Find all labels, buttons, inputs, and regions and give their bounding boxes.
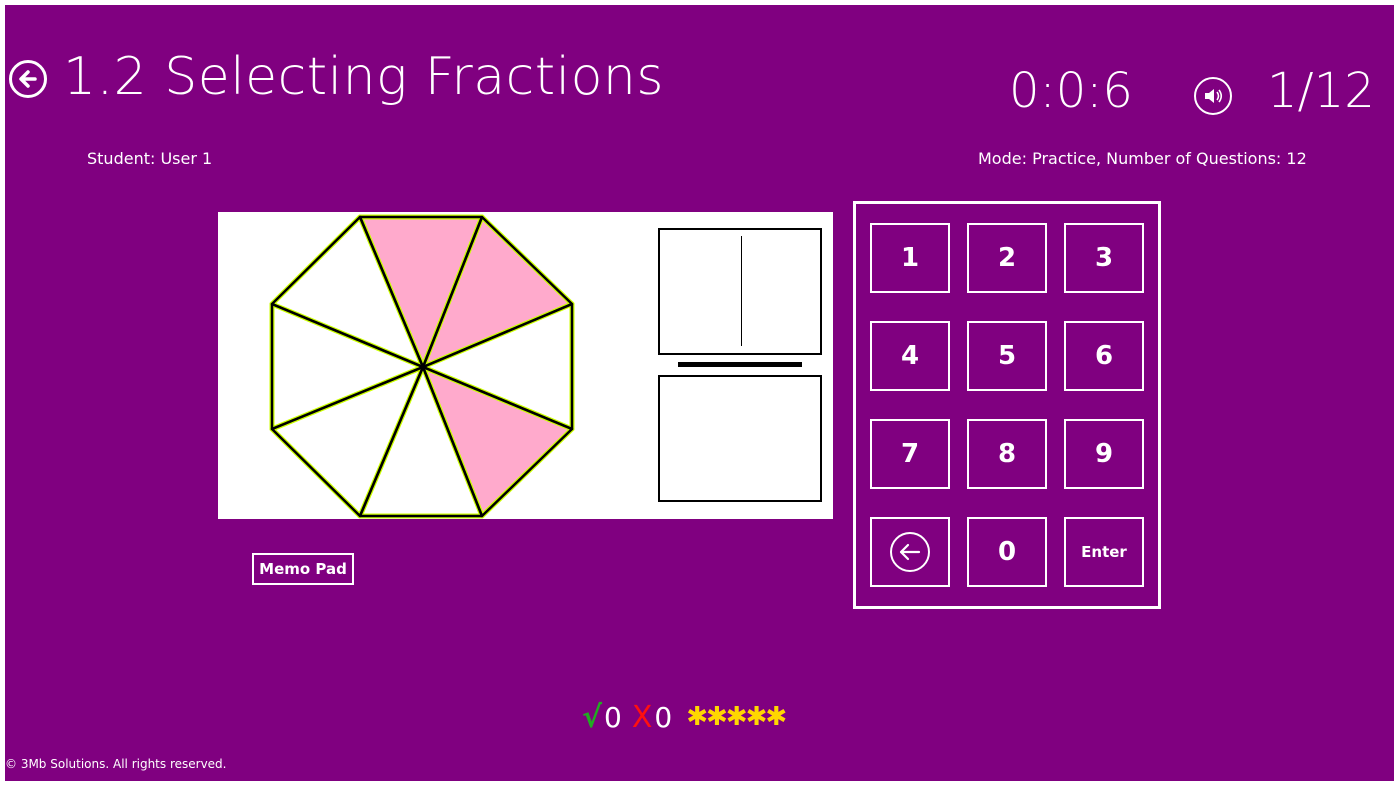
text-cursor <box>741 236 742 346</box>
back-button[interactable] <box>9 60 47 98</box>
key-9[interactable]: 9 <box>1064 419 1144 489</box>
enter-button[interactable]: Enter <box>1064 517 1144 587</box>
speaker-icon <box>1205 89 1223 103</box>
key-3[interactable]: 3 <box>1064 223 1144 293</box>
memo-pad-button[interactable]: Memo Pad <box>252 553 354 585</box>
wrong-count: 0 <box>654 700 673 734</box>
key-7[interactable]: 7 <box>870 419 950 489</box>
octagon-figure[interactable] <box>218 212 658 519</box>
arrow-left-icon <box>19 70 37 88</box>
timer: 0:0:6 <box>1009 63 1133 119</box>
key-1[interactable]: 1 <box>870 223 950 293</box>
key-6[interactable]: 6 <box>1064 321 1144 391</box>
copyright: © 3Mb Solutions. All rights reserved. <box>5 757 227 771</box>
cross-icon: X <box>631 699 653 735</box>
star-rating: ✱✱✱✱✱ <box>686 702 787 732</box>
backspace-arrow-icon <box>890 532 930 572</box>
mode-label: Mode: Practice, Number of Questions: 12 <box>978 149 1307 168</box>
key-2[interactable]: 2 <box>967 223 1047 293</box>
question-progress: 1/12 <box>1267 63 1375 119</box>
key-8[interactable]: 8 <box>967 419 1047 489</box>
key-0[interactable]: 0 <box>967 517 1047 587</box>
question-canvas <box>218 212 833 519</box>
fraction-bar <box>678 362 802 367</box>
app-window: 1.2 Selecting Fractions 0:0:6 1/12 Stude… <box>5 5 1394 781</box>
numerator-box[interactable] <box>658 228 822 355</box>
score-bar: √ 0 X 0 ✱✱✱✱✱ <box>582 699 787 735</box>
sound-button[interactable] <box>1194 77 1232 115</box>
student-label: Student: User 1 <box>87 149 213 168</box>
key-5[interactable]: 5 <box>967 321 1047 391</box>
key-4[interactable]: 4 <box>870 321 950 391</box>
page-title: 1.2 Selecting Fractions <box>63 47 664 107</box>
denominator-box[interactable] <box>658 375 822 502</box>
check-icon: √ <box>582 699 603 735</box>
correct-count: 0 <box>604 700 622 734</box>
number-keypad: 1 2 3 4 5 6 7 8 9 0 Enter <box>853 201 1161 609</box>
key-backspace[interactable] <box>870 517 950 587</box>
